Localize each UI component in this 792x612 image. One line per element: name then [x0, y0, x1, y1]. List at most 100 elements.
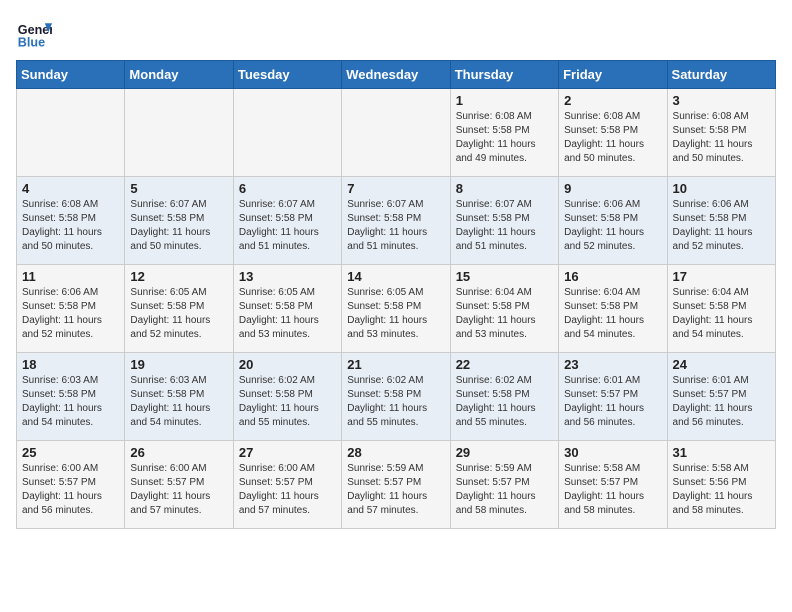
cell-info: Sunrise: 6:06 AM Sunset: 5:58 PM Dayligh…: [673, 198, 770, 254]
logo-icon: General Blue: [16, 16, 52, 52]
cell-info: Sunrise: 6:07 AM Sunset: 5:58 PM Dayligh…: [130, 198, 227, 254]
calendar-cell: 5 Sunrise: 6:07 AM Sunset: 5:58 PM Daylig…: [125, 177, 233, 265]
calendar-cell: 2 Sunrise: 6:08 AM Sunset: 5:58 PM Daylig…: [559, 89, 667, 177]
logo: General Blue: [16, 16, 56, 52]
week-row-1: 1 Sunrise: 6:08 AM Sunset: 5:58 PM Daylig…: [17, 89, 776, 177]
cell-info: Sunrise: 6:05 AM Sunset: 5:58 PM Dayligh…: [239, 286, 336, 342]
calendar-cell: 4Sunrise: 6:08 AM Sunset: 5:58 PM Daylig…: [17, 177, 125, 265]
calendar-cell: 19 Sunrise: 6:03 AM Sunset: 5:58 PM Dayli…: [125, 353, 233, 441]
calendar-cell: 10 Sunrise: 6:06 AM Sunset: 5:58 PM Dayli…: [667, 177, 775, 265]
cell-info: Sunrise: 6:08 AM Sunset: 5:58 PM Dayligh…: [456, 110, 553, 166]
calendar-cell: 21 Sunrise: 6:02 AM Sunset: 5:58 PM Dayli…: [342, 353, 450, 441]
day-number: 5: [130, 181, 227, 196]
calendar-cell: 25 Sunrise: 6:00 AM Sunset: 5:57 PM Dayli…: [17, 441, 125, 529]
cell-info: Sunrise: 6:01 AM Sunset: 5:57 PM Dayligh…: [673, 374, 770, 430]
cell-info: Sunrise: 6:02 AM Sunset: 5:58 PM Dayligh…: [456, 374, 553, 430]
day-number: 12: [130, 269, 227, 284]
calendar-cell: 27Sunrise: 6:00 AM Sunset: 5:57 PM Dayli…: [233, 441, 341, 529]
cell-info: Sunrise: 6:06 AM Sunset: 5:58 PM Dayligh…: [22, 286, 119, 342]
day-number: 6: [239, 181, 336, 196]
svg-text:Blue: Blue: [18, 36, 45, 50]
cell-info: Sunrise: 5:58 AM Sunset: 5:57 PM Dayligh…: [564, 462, 661, 518]
calendar-cell: [233, 89, 341, 177]
calendar-cell: 12Sunrise: 6:05 AM Sunset: 5:58 PM Dayli…: [125, 265, 233, 353]
cell-info: Sunrise: 6:00 AM Sunset: 5:57 PM Dayligh…: [130, 462, 227, 518]
week-row-5: 25 Sunrise: 6:00 AM Sunset: 5:57 PM Dayli…: [17, 441, 776, 529]
header-tuesday: Tuesday: [233, 61, 341, 89]
day-number: 1: [456, 93, 553, 108]
calendar-cell: [17, 89, 125, 177]
cell-info: Sunrise: 6:06 AM Sunset: 5:58 PM Dayligh…: [564, 198, 661, 254]
calendar-cell: 30 Sunrise: 5:58 AM Sunset: 5:57 PM Dayli…: [559, 441, 667, 529]
cell-info: Sunrise: 6:03 AM Sunset: 5:58 PM Dayligh…: [130, 374, 227, 430]
header-monday: Monday: [125, 61, 233, 89]
page-header: General Blue: [16, 16, 776, 52]
day-number: 11: [22, 269, 119, 284]
header-saturday: Saturday: [667, 61, 775, 89]
day-number: 16: [564, 269, 661, 284]
cell-info: Sunrise: 6:01 AM Sunset: 5:57 PM Dayligh…: [564, 374, 661, 430]
day-number: 19: [130, 357, 227, 372]
calendar-cell: 8Sunrise: 6:07 AM Sunset: 5:58 PM Daylig…: [450, 177, 558, 265]
calendar-cell: 24 Sunrise: 6:01 AM Sunset: 5:57 PM Dayli…: [667, 353, 775, 441]
cell-info: Sunrise: 5:59 AM Sunset: 5:57 PM Dayligh…: [456, 462, 553, 518]
cell-info: Sunrise: 6:03 AM Sunset: 5:58 PM Dayligh…: [22, 374, 119, 430]
cell-info: Sunrise: 6:07 AM Sunset: 5:58 PM Dayligh…: [456, 198, 553, 254]
day-number: 23: [564, 357, 661, 372]
day-number: 7: [347, 181, 444, 196]
week-row-2: 4Sunrise: 6:08 AM Sunset: 5:58 PM Daylig…: [17, 177, 776, 265]
cell-info: Sunrise: 6:04 AM Sunset: 5:58 PM Dayligh…: [456, 286, 553, 342]
calendar-cell: 28 Sunrise: 5:59 AM Sunset: 5:57 PM Dayli…: [342, 441, 450, 529]
cell-info: Sunrise: 6:02 AM Sunset: 5:58 PM Dayligh…: [347, 374, 444, 430]
day-number: 21: [347, 357, 444, 372]
calendar-cell: 7 Sunrise: 6:07 AM Sunset: 5:58 PM Daylig…: [342, 177, 450, 265]
calendar-table: SundayMondayTuesdayWednesdayThursdayFrid…: [16, 60, 776, 529]
calendar-cell: 31 Sunrise: 5:58 AM Sunset: 5:56 PM Dayli…: [667, 441, 775, 529]
day-number: 3: [673, 93, 770, 108]
calendar-cell: 29 Sunrise: 5:59 AM Sunset: 5:57 PM Dayli…: [450, 441, 558, 529]
day-number: 27: [239, 445, 336, 460]
cell-info: Sunrise: 6:07 AM Sunset: 5:58 PM Dayligh…: [347, 198, 444, 254]
header-friday: Friday: [559, 61, 667, 89]
calendar-cell: 22 Sunrise: 6:02 AM Sunset: 5:58 PM Dayli…: [450, 353, 558, 441]
calendar-cell: 26 Sunrise: 6:00 AM Sunset: 5:57 PM Dayli…: [125, 441, 233, 529]
day-number: 30: [564, 445, 661, 460]
day-number: 10: [673, 181, 770, 196]
header-sunday: Sunday: [17, 61, 125, 89]
day-number: 2: [564, 93, 661, 108]
calendar-cell: 1 Sunrise: 6:08 AM Sunset: 5:58 PM Daylig…: [450, 89, 558, 177]
cell-info: Sunrise: 6:08 AM Sunset: 5:58 PM Dayligh…: [673, 110, 770, 166]
calendar-cell: [125, 89, 233, 177]
day-number: 29: [456, 445, 553, 460]
day-number: 18: [22, 357, 119, 372]
calendar-cell: 18 Sunrise: 6:03 AM Sunset: 5:58 PM Dayli…: [17, 353, 125, 441]
calendar-header-row: SundayMondayTuesdayWednesdayThursdayFrid…: [17, 61, 776, 89]
calendar-cell: 23 Sunrise: 6:01 AM Sunset: 5:57 PM Dayli…: [559, 353, 667, 441]
week-row-3: 11 Sunrise: 6:06 AM Sunset: 5:58 PM Dayli…: [17, 265, 776, 353]
day-number: 9: [564, 181, 661, 196]
cell-info: Sunrise: 6:00 AM Sunset: 5:57 PM Dayligh…: [22, 462, 119, 518]
calendar-cell: 3 Sunrise: 6:08 AM Sunset: 5:58 PM Daylig…: [667, 89, 775, 177]
day-number: 28: [347, 445, 444, 460]
day-number: 20: [239, 357, 336, 372]
day-number: 13: [239, 269, 336, 284]
day-number: 25: [22, 445, 119, 460]
cell-info: Sunrise: 6:05 AM Sunset: 5:58 PM Dayligh…: [347, 286, 444, 342]
day-number: 24: [673, 357, 770, 372]
calendar-cell: 16Sunrise: 6:04 AM Sunset: 5:58 PM Dayli…: [559, 265, 667, 353]
calendar-cell: 13 Sunrise: 6:05 AM Sunset: 5:58 PM Dayli…: [233, 265, 341, 353]
cell-info: Sunrise: 5:59 AM Sunset: 5:57 PM Dayligh…: [347, 462, 444, 518]
calendar-cell: 11 Sunrise: 6:06 AM Sunset: 5:58 PM Dayli…: [17, 265, 125, 353]
calendar-cell: 17Sunrise: 6:04 AM Sunset: 5:58 PM Dayli…: [667, 265, 775, 353]
day-number: 22: [456, 357, 553, 372]
calendar-cell: 9 Sunrise: 6:06 AM Sunset: 5:58 PM Daylig…: [559, 177, 667, 265]
calendar-cell: 20Sunrise: 6:02 AM Sunset: 5:58 PM Dayli…: [233, 353, 341, 441]
cell-info: Sunrise: 5:58 AM Sunset: 5:56 PM Dayligh…: [673, 462, 770, 518]
header-thursday: Thursday: [450, 61, 558, 89]
day-number: 26: [130, 445, 227, 460]
cell-info: Sunrise: 6:08 AM Sunset: 5:58 PM Dayligh…: [564, 110, 661, 166]
day-number: 4: [22, 181, 119, 196]
day-number: 31: [673, 445, 770, 460]
header-wednesday: Wednesday: [342, 61, 450, 89]
calendar-cell: 6Sunrise: 6:07 AM Sunset: 5:58 PM Daylig…: [233, 177, 341, 265]
